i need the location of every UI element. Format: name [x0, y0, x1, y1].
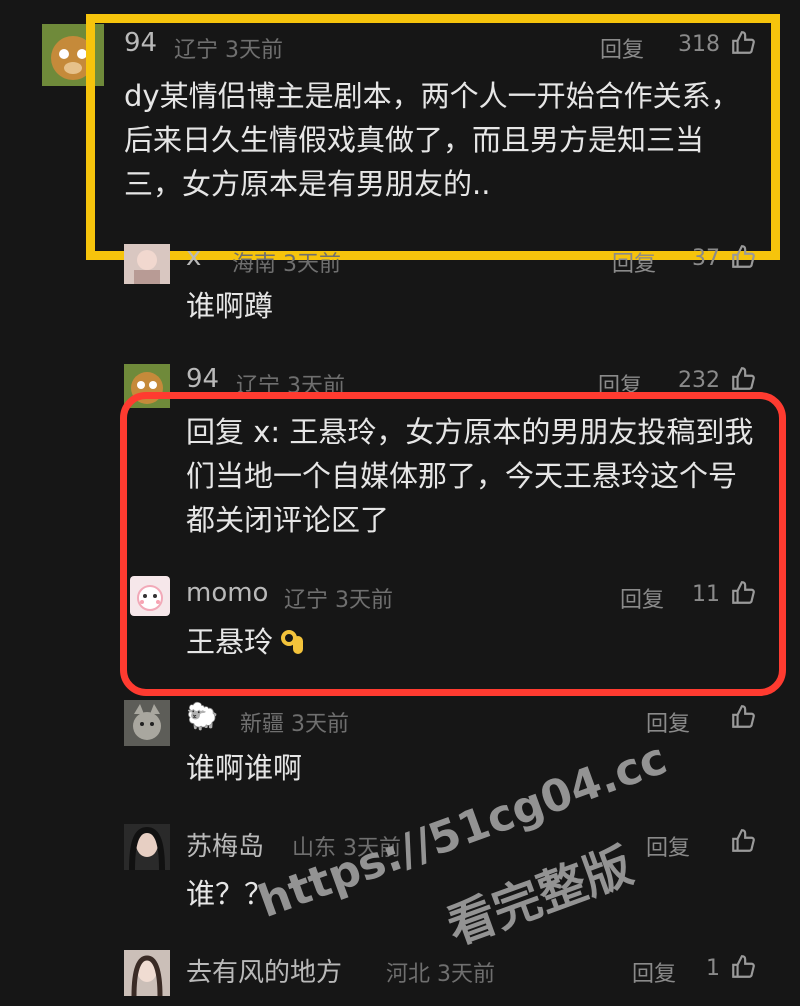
reply-button[interactable]: 回复	[612, 246, 656, 278]
avatar-girl[interactable]	[124, 244, 170, 284]
comment-meta: 新疆 3天前	[240, 712, 350, 737]
comment-meta: 河北 3天前	[386, 962, 496, 987]
comment-text: 谁啊蹲	[186, 289, 274, 323]
thumbs-up-icon[interactable]	[730, 704, 756, 730]
like-count: 1	[706, 956, 720, 981]
comment-meta: 海南 3天前	[232, 252, 342, 277]
avatar-woman[interactable]	[124, 824, 170, 870]
username[interactable]: 苏梅岛	[186, 826, 264, 863]
highlight-box-yellow	[86, 14, 780, 260]
username[interactable]: 去有风的地方	[186, 952, 342, 989]
thumbs-up-icon[interactable]	[730, 954, 756, 980]
thumbs-up-icon[interactable]	[730, 828, 756, 854]
username[interactable]: 🐑	[186, 702, 218, 732]
username[interactable]: x	[186, 242, 201, 272]
reply-button[interactable]: 回复	[632, 956, 676, 988]
like-count: 232	[678, 368, 720, 393]
thumbs-up-icon[interactable]	[730, 244, 756, 270]
reply-button[interactable]: 回复	[646, 830, 690, 862]
avatar-woman[interactable]	[124, 950, 170, 996]
highlight-box-red	[120, 392, 786, 696]
username[interactable]: 94	[186, 364, 219, 394]
thumbs-up-icon[interactable]	[730, 366, 756, 392]
like-count: 37	[692, 246, 720, 271]
avatar-cat[interactable]	[124, 700, 170, 746]
